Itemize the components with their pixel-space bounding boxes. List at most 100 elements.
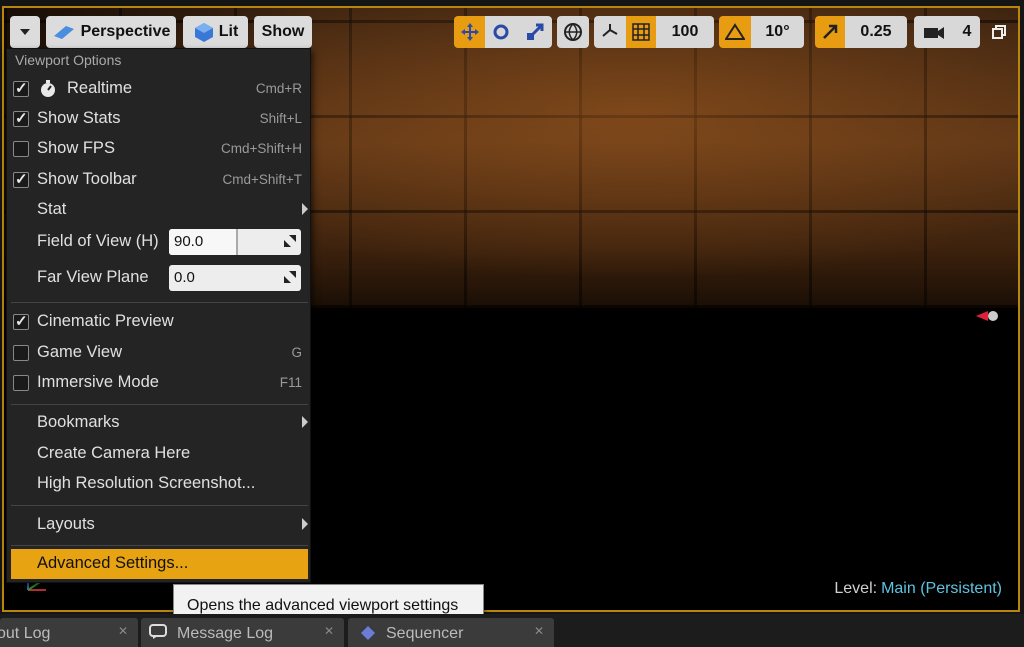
grid-snap-group: 100 bbox=[594, 16, 714, 48]
tab-label: out Log bbox=[0, 625, 51, 642]
grid-icon bbox=[632, 23, 650, 41]
realtime-shortcut: Cmd+R bbox=[255, 81, 302, 96]
menu-item-create-camera[interactable]: Create Camera Here bbox=[7, 440, 312, 468]
show-label: Show bbox=[261, 23, 305, 40]
tab-sequencer[interactable]: Sequencer ✕ bbox=[348, 618, 554, 647]
menu-item-show-toolbar[interactable]: Show Toolbar Cmd+Shift+T bbox=[7, 166, 312, 194]
far-view-label: Far View Plane bbox=[37, 268, 149, 286]
restore-icon bbox=[992, 25, 1006, 39]
show-button[interactable]: Show bbox=[254, 16, 312, 48]
immersive-mode-checkbox[interactable] bbox=[13, 375, 29, 391]
scale-snap-toggle[interactable] bbox=[815, 16, 845, 48]
bottom-tab-bar: out Log ✕ Message Log ✕ Sequencer ✕ bbox=[0, 614, 1024, 647]
close-icon[interactable]: ✕ bbox=[118, 624, 128, 638]
perspective-icon bbox=[53, 26, 74, 39]
rotation-snap-group: 10° bbox=[719, 16, 804, 48]
show-fps-label: Show FPS bbox=[37, 139, 115, 157]
menu-separator bbox=[11, 505, 308, 506]
high-res-screenshot-label: High Resolution Screenshot... bbox=[37, 474, 256, 492]
scale-snap-value[interactable]: 0.25 bbox=[845, 16, 907, 48]
submenu-arrow-icon bbox=[302, 416, 308, 428]
bookmarks-label: Bookmarks bbox=[37, 413, 120, 431]
move-arrows-icon bbox=[460, 23, 479, 41]
menu-item-bookmarks[interactable]: Bookmarks bbox=[7, 409, 312, 437]
sequencer-icon bbox=[361, 626, 375, 640]
surface-snap-icon bbox=[602, 24, 618, 37]
menu-item-stat[interactable]: Stat bbox=[7, 196, 312, 224]
menu-separator bbox=[11, 302, 308, 303]
grid-snap-toggle[interactable] bbox=[626, 16, 656, 48]
rotation-snap-toggle[interactable] bbox=[719, 16, 751, 48]
light-actor-icon[interactable] bbox=[976, 308, 998, 324]
level-label: Level: bbox=[834, 580, 878, 597]
submenu-arrow-icon bbox=[302, 203, 308, 215]
lit-label: Lit bbox=[218, 23, 239, 40]
show-toolbar-label: Show Toolbar bbox=[37, 170, 137, 188]
show-toolbar-shortcut: Cmd+Shift+T bbox=[222, 172, 302, 187]
fov-value: 90.0 bbox=[174, 233, 204, 250]
layouts-label: Layouts bbox=[37, 515, 95, 533]
scale-icon bbox=[526, 23, 543, 41]
menu-item-show-fps[interactable]: Show FPS Cmd+Shift+H bbox=[7, 135, 312, 163]
realtime-label: Realtime bbox=[67, 79, 133, 97]
rotation-snap-value[interactable]: 10° bbox=[751, 16, 804, 48]
far-view-input[interactable]: 0.0 bbox=[169, 265, 301, 291]
cinematic-preview-checkbox[interactable] bbox=[13, 312, 29, 330]
rotate-tool-button[interactable] bbox=[485, 16, 517, 48]
realtime-checkbox[interactable] bbox=[13, 79, 29, 97]
fov-input[interactable]: 90.0 bbox=[169, 229, 301, 255]
world-local-toggle[interactable] bbox=[557, 16, 589, 48]
menu-item-realtime[interactable]: Realtime Cmd+R bbox=[7, 75, 312, 103]
show-toolbar-checkbox[interactable] bbox=[13, 170, 29, 188]
lit-cube-icon bbox=[194, 23, 213, 42]
camera-speed-group[interactable]: 4 bbox=[914, 16, 980, 48]
viewport-options-button[interactable] bbox=[10, 16, 40, 48]
close-icon[interactable]: ✕ bbox=[324, 624, 334, 638]
camera-icon bbox=[924, 27, 944, 39]
rotate-icon bbox=[493, 24, 509, 40]
fov-label: Field of View (H) bbox=[37, 232, 159, 250]
submenu-arrow-icon bbox=[302, 518, 308, 530]
surface-snap-button[interactable] bbox=[594, 16, 626, 48]
show-fps-checkbox[interactable] bbox=[13, 141, 29, 157]
translate-tool-button[interactable] bbox=[454, 16, 485, 48]
maximize-viewport-button[interactable] bbox=[992, 25, 1006, 39]
close-icon[interactable]: ✕ bbox=[534, 624, 544, 638]
menu-item-game-view[interactable]: Game View G bbox=[7, 339, 312, 367]
perspective-button[interactable]: Perspective bbox=[46, 16, 176, 48]
show-stats-checkbox[interactable] bbox=[13, 109, 29, 127]
angle-icon bbox=[725, 23, 745, 40]
game-view-shortcut: G bbox=[291, 345, 302, 360]
menu-item-cinematic-preview[interactable]: Cinematic Preview bbox=[7, 308, 312, 336]
game-view-checkbox[interactable] bbox=[13, 345, 29, 361]
resize-arrows-icon bbox=[284, 271, 296, 283]
menu-item-high-res-screenshot[interactable]: High Resolution Screenshot... bbox=[7, 470, 312, 498]
tab-output-log[interactable]: out Log ✕ bbox=[0, 618, 138, 647]
menu-item-immersive-mode[interactable]: Immersive Mode F11 bbox=[7, 369, 312, 397]
chevron-down-icon bbox=[20, 29, 30, 35]
stat-label: Stat bbox=[37, 200, 67, 218]
show-fps-shortcut: Cmd+Shift+H bbox=[220, 141, 302, 156]
tab-label: Sequencer bbox=[386, 625, 464, 642]
advanced-settings-label: Advanced Settings... bbox=[37, 554, 189, 572]
camera-speed-button[interactable] bbox=[914, 16, 954, 48]
viewport-options-menu: Viewport Options Realtime Cmd+R Show Sta… bbox=[6, 48, 311, 583]
resize-arrows-icon bbox=[284, 235, 296, 247]
scale-tool-button[interactable] bbox=[517, 16, 552, 48]
immersive-mode-shortcut: F11 bbox=[279, 375, 302, 390]
lit-button[interactable]: Lit bbox=[183, 16, 248, 48]
game-view-label: Game View bbox=[37, 343, 122, 361]
tab-label: Message Log bbox=[177, 625, 274, 642]
menu-item-advanced-settings[interactable]: Advanced Settings... bbox=[11, 549, 308, 579]
tab-message-log[interactable]: Message Log ✕ bbox=[141, 618, 344, 647]
tooltip-text: Opens the advanced viewport settings bbox=[187, 597, 459, 614]
grid-snap-value[interactable]: 100 bbox=[656, 16, 714, 48]
menu-item-show-stats[interactable]: Show Stats Shift+L bbox=[7, 105, 312, 133]
scale-snap-group: 0.25 bbox=[815, 16, 907, 48]
show-stats-label: Show Stats bbox=[37, 109, 121, 127]
far-view-value: 0.0 bbox=[174, 269, 195, 286]
camera-speed-value[interactable]: 4 bbox=[954, 16, 980, 48]
message-icon bbox=[149, 624, 167, 639]
menu-item-layouts[interactable]: Layouts bbox=[7, 511, 312, 539]
transform-tools bbox=[454, 16, 552, 48]
